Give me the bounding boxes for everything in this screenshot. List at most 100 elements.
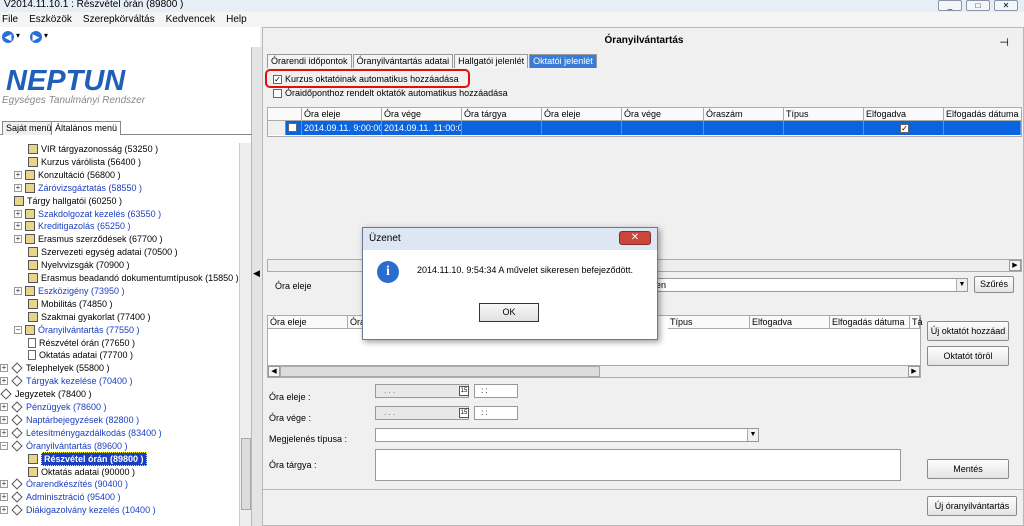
tab-own-menu[interactable]: Saját menü [2, 121, 56, 135]
close-window-button[interactable]: ✕ [994, 0, 1018, 11]
scroll-thumb[interactable] [241, 438, 251, 510]
tree-item[interactable]: Szakmai gyakorlat (77400 ) [28, 311, 151, 323]
tree-item[interactable]: + Konzultáció (56800 ) [14, 169, 121, 181]
subject-textarea[interactable] [375, 449, 901, 481]
grid-header[interactable]: Típus [784, 108, 864, 121]
tree-item[interactable]: − Óranyilvántartás (77550 ) [14, 324, 140, 336]
tree-item[interactable]: Nyelvvizsgák (70900 ) [28, 259, 130, 271]
tab-student-attendance[interactable]: Hallgatói jelenlét [454, 54, 529, 68]
add-teacher-button[interactable]: Új oktatót hozzáad [927, 321, 1009, 341]
expand-icon[interactable]: + [0, 415, 8, 424]
row-checkbox-box[interactable] [288, 123, 297, 132]
calendar-icon[interactable]: 15 [459, 386, 469, 396]
tree-item[interactable]: Mobilitás (74850 ) [28, 298, 113, 310]
expand-icon[interactable]: + [0, 506, 8, 515]
table-row[interactable]: 2014.09.11. 9:00:00 2014.09.11. 11:00:0 … [268, 121, 1021, 135]
collapse-arrow-icon[interactable]: ◀ [253, 268, 260, 279]
tree-item[interactable]: + Pénzügyek (78600 ) [0, 401, 107, 413]
calendar-icon[interactable]: 15 [459, 408, 469, 418]
grid2-header[interactable]: Elfogadva [750, 316, 830, 329]
save-button[interactable]: Mentés [927, 459, 1009, 479]
row-checkbox[interactable] [286, 121, 302, 135]
tree-item[interactable]: Szervezeti egység adatai (70500 ) [28, 246, 178, 258]
menu-favorites[interactable]: Kedvencek [166, 12, 215, 27]
expand-icon[interactable]: + [14, 209, 22, 218]
tree-item[interactable]: Jegyzetek (78400 ) [0, 388, 92, 400]
tree-item[interactable]: + Eszközigény (73950 ) [14, 285, 125, 297]
grid-header[interactable]: Elfogadás dátuma [944, 108, 1022, 121]
menu-role-switch[interactable]: Szerepkörváltás [83, 12, 155, 27]
expand-icon[interactable]: + [14, 183, 22, 192]
tree-item[interactable]: Tárgy hallgatói (60250 ) [14, 195, 122, 207]
grid2-header[interactable]: Tá [910, 316, 923, 329]
tree-item[interactable]: + Naptárbejegyzések (82800 ) [0, 414, 139, 426]
scroll-right-icon[interactable]: ▶ [908, 366, 920, 377]
grid-header[interactable]: Óra vége [382, 108, 462, 121]
expand-icon[interactable]: + [0, 493, 8, 502]
end-time-field[interactable]: : : [474, 406, 518, 420]
display-type-select[interactable]: ▼ [375, 428, 759, 442]
tree-item[interactable]: + Szakdolgozat kezelés (63550 ) [14, 208, 161, 220]
chevron-down-icon[interactable]: ▼ [956, 279, 967, 291]
tree-scrollbar[interactable] [239, 143, 251, 526]
tree-item[interactable]: + Adminisztráció (95400 ) [0, 491, 121, 503]
tree-item[interactable]: + Telephelyek (55800 ) [0, 362, 110, 374]
tree-item[interactable]: Erasmus beadandó dokumentumtípusok (1585… [28, 272, 238, 284]
tab-general-menu[interactable]: Általános menü [51, 121, 122, 135]
tree-item[interactable]: + Kreditigazolás (65250 ) [14, 220, 131, 232]
expand-icon[interactable]: + [0, 364, 8, 373]
tree-item[interactable]: + Diákigazolvány kezelés (10400 ) [0, 504, 156, 516]
grid2-header[interactable]: Elfogadás dátuma [830, 316, 910, 329]
auto-add-course-teachers[interactable]: ✓ Kurzus oktatóinak automatikus hozzáadá… [273, 73, 459, 85]
tree-item[interactable]: + Órarendkészítés (90400 ) [0, 478, 128, 491]
scroll-left-icon[interactable]: ◀ [268, 366, 280, 377]
maximize-button[interactable]: □ [966, 0, 990, 11]
collapse-icon[interactable]: − [0, 441, 8, 450]
expand-icon[interactable]: + [14, 235, 22, 244]
grid2-header[interactable]: Típus [668, 316, 750, 329]
dialog-close-button[interactable]: ✕ [619, 231, 651, 245]
accepted-checkbox[interactable]: ✓ [900, 124, 909, 133]
expand-icon[interactable]: + [0, 377, 8, 386]
expand-icon[interactable]: + [0, 480, 8, 489]
tab-record-data[interactable]: Óranyilvántartás adatai [352, 54, 454, 68]
start-time-field[interactable]: : : [474, 384, 518, 398]
checkbox-course-teachers[interactable]: ✓ [273, 74, 282, 84]
grid-header[interactable]: Elfogadva [864, 108, 944, 121]
menu-tools[interactable]: Eszközök [29, 12, 72, 27]
start-date-field[interactable]: . . . [375, 384, 469, 398]
tree-item[interactable]: + Záróvizsgáztatás (58550 ) [14, 182, 142, 194]
tree-item[interactable]: + Tárgyak kezelése (70400 ) [0, 375, 133, 387]
filter-select[interactable]: en ▼ [653, 278, 968, 292]
tree-item[interactable]: VIR tárgyazonosság (53250 ) [28, 143, 158, 155]
tree-item[interactable]: + Létesítménygazdálkodás (83400 ) [0, 427, 162, 439]
pin-icon[interactable]: ⊣ [999, 36, 1009, 49]
menu-file[interactable]: File [2, 12, 18, 27]
grid2-hscroll[interactable]: ◀ ▶ [267, 365, 921, 378]
ok-button[interactable]: OK [479, 303, 539, 322]
auto-add-slot-teachers[interactable]: Óraidőponthoz rendelt oktatók automatiku… [273, 87, 508, 99]
tree-item[interactable]: Oktatás adatai (90000 ) [28, 466, 135, 478]
expand-icon[interactable]: + [14, 170, 22, 179]
chevron-down-icon[interactable]: ▼ [747, 429, 758, 441]
tree-item[interactable]: Részvétel órán (77650 ) [28, 337, 135, 349]
checkbox-slot-teachers[interactable] [273, 88, 282, 98]
tree-item[interactable]: Kurzus várólista (56400 ) [28, 156, 141, 168]
panel-splitter[interactable] [252, 47, 262, 526]
end-date-field[interactable]: . . . [375, 406, 469, 420]
tab-timetable-slots[interactable]: Órarendi időpontok [267, 54, 352, 68]
tree-item[interactable]: − Óranyilvántartás (89600 ) [0, 440, 128, 452]
new-record-button[interactable]: Új óranyilvántartás [927, 496, 1017, 516]
grid-header[interactable]: Óra tárgya [462, 108, 542, 121]
menu-help[interactable]: Help [226, 12, 247, 27]
expand-icon[interactable]: + [0, 403, 8, 411]
collapse-icon[interactable]: − [14, 325, 22, 334]
tree-item[interactable]: Oktatás adatai (77700 ) [28, 349, 133, 361]
filter-button[interactable]: Szűrés [974, 276, 1014, 293]
grid-header[interactable]: Óra eleje [302, 108, 382, 121]
hscroll-thumb[interactable] [280, 366, 600, 377]
tree-item[interactable]: Részvétel órán (89800 ) [28, 451, 147, 466]
back-icon[interactable]: ◀ [2, 31, 14, 43]
grid-header[interactable]: Óra eleje [542, 108, 622, 121]
forward-dropdown-icon[interactable]: ▾ [44, 31, 48, 40]
